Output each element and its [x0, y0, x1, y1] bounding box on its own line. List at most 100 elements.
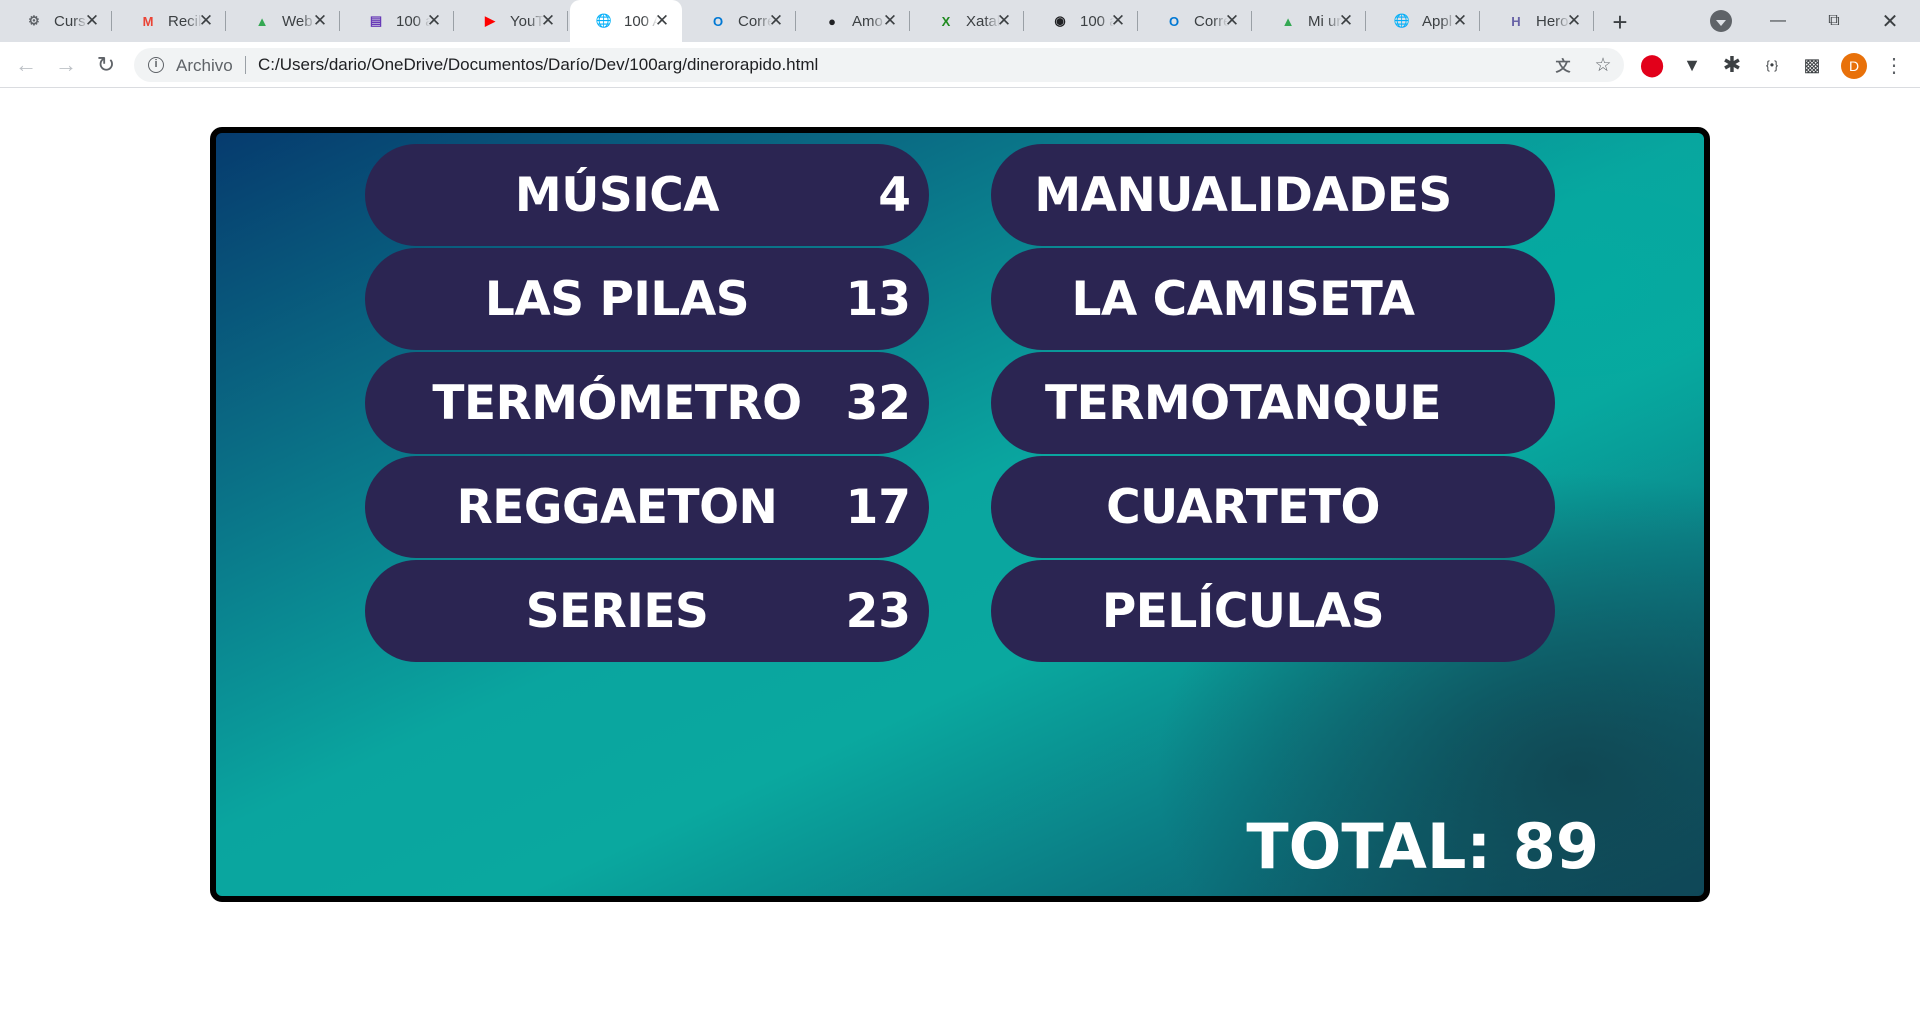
tab-search-button[interactable]	[1710, 10, 1732, 32]
close-tab-icon[interactable]: ✕	[82, 11, 102, 31]
info-icon[interactable]: i	[148, 57, 164, 73]
translate-icon[interactable]: 文	[1552, 54, 1574, 76]
forward-button[interactable]: →	[50, 49, 82, 81]
browser-tab[interactable]: O Corre ✕	[1140, 0, 1252, 42]
tab-separator	[1479, 11, 1480, 31]
tab-separator	[567, 11, 568, 31]
close-tab-icon[interactable]: ✕	[310, 11, 330, 31]
tab-strip: ⚙Curs✕MRecib✕▲Web✕▤100 a✕▶YouT✕🌐100 A✕OC…	[0, 0, 1920, 42]
globe-icon: 🌐	[595, 13, 613, 28]
right-answer-row: CUARTETO	[991, 456, 1555, 558]
tab-separator	[453, 11, 454, 31]
github-icon: ◉	[1054, 13, 1066, 28]
answer-text: PELÍCULAS	[1101, 583, 1385, 639]
browser-tab[interactable]: ▤ 100 a ✕	[342, 0, 454, 42]
answer-text: TERMÓMETRO	[432, 375, 802, 431]
profile-avatar[interactable]: D	[1841, 53, 1867, 79]
right-answer-row: TERMOTANQUE	[991, 352, 1555, 454]
gmail-icon: M	[142, 13, 154, 29]
pocket-extension-icon[interactable]: ▼	[1680, 53, 1704, 77]
browser-tab[interactable]: ▶ YouT ✕	[456, 0, 568, 42]
asterisk-extension-icon[interactable]: ✱	[1720, 52, 1744, 77]
outlook-icon: O	[1168, 13, 1180, 29]
reload-button[interactable]: ↻	[90, 49, 122, 81]
answer-text: TERMOTANQUE	[1045, 375, 1441, 431]
extensions-puzzle-icon[interactable]: ▩	[1800, 53, 1824, 77]
tab-separator	[225, 11, 226, 31]
answer-points: 13	[845, 271, 911, 327]
opera-extension-icon[interactable]: ⬤	[1640, 52, 1665, 77]
tab-separator	[1365, 11, 1366, 31]
browser-tab[interactable]: ▲ Mi ur ✕	[1254, 0, 1366, 42]
answer-points: 23	[845, 583, 911, 639]
close-tab-icon[interactable]: ✕	[880, 11, 900, 31]
left-answer-row: SERIES 23	[365, 560, 929, 662]
close-tab-icon[interactable]: ✕	[1336, 11, 1356, 31]
close-tab-icon[interactable]: ✕	[1564, 11, 1584, 31]
game-board: MÚSICA 4 LAS PILAS 13 TERMÓMETRO 32 REGGAETON 1…	[210, 127, 1710, 902]
tab-separator	[1251, 11, 1252, 31]
answer-text: REGGAETON	[456, 479, 778, 535]
address-bar[interactable]: i Archivo C:/Users/dario/OneDrive/Docume…	[134, 48, 1624, 82]
answer-points: 17	[845, 479, 911, 535]
answer-points: 4	[878, 167, 911, 223]
left-answer-row: REGGAETON 17	[365, 456, 929, 558]
left-answer-row: LAS PILAS 13	[365, 248, 929, 350]
close-tab-icon[interactable]: ✕	[994, 11, 1014, 31]
answer-text: CUARTETO	[1106, 479, 1380, 535]
forms-icon: ▤	[369, 13, 383, 28]
right-answer-row: MANUALIDADES	[991, 144, 1555, 246]
browser-tab[interactable]: 🌐 100 A ✕	[570, 0, 682, 42]
answer-points: 32	[845, 375, 911, 431]
url-text[interactable]: C:/Users/dario/OneDrive/Documentos/Darío…	[258, 55, 818, 75]
tab-separator	[1137, 11, 1138, 31]
close-tab-icon[interactable]: ✕	[196, 11, 216, 31]
tab-separator	[111, 11, 112, 31]
tab-separator	[339, 11, 340, 31]
browser-tab[interactable]: ▲ Web ✕	[228, 0, 340, 42]
browser-tab[interactable]: 🌐 Appl ✕	[1368, 0, 1480, 42]
tab-separator	[1593, 11, 1594, 31]
origin-chip[interactable]: Archivo	[176, 56, 233, 76]
close-tab-icon[interactable]: ✕	[766, 11, 786, 31]
answer-text: LAS PILAS	[484, 271, 750, 327]
close-window-button[interactable]: ✕	[1862, 0, 1918, 42]
browser-tab[interactable]: ◉ 100 a ✕	[1026, 0, 1138, 42]
browser-tab[interactable]: O Corre ✕	[684, 0, 796, 42]
globe-icon: 🌐	[1393, 13, 1411, 28]
close-tab-icon[interactable]: ✕	[538, 11, 558, 31]
chip-divider	[245, 56, 246, 74]
answer-text: SERIES	[525, 583, 709, 639]
answer-text: MÚSICA	[514, 167, 720, 223]
xataka-icon: X	[941, 13, 951, 29]
browser-tab[interactable]: ● Amo ✕	[798, 0, 910, 42]
total-score: TOTAL: 89	[1246, 810, 1599, 883]
kebab-menu-icon[interactable]: ⋮	[1884, 53, 1904, 77]
restore-button[interactable]: ⧉	[1806, 0, 1862, 42]
back-button[interactable]: ←	[10, 49, 42, 81]
close-tab-icon[interactable]: ✕	[652, 11, 672, 31]
tab-separator	[1023, 11, 1024, 31]
drive-icon: ▲	[255, 13, 269, 29]
heroku-icon: H	[1511, 13, 1521, 29]
drop-icon: ●	[828, 13, 836, 29]
close-tab-icon[interactable]: ✕	[1450, 11, 1470, 31]
tab-separator	[909, 11, 910, 31]
right-answer-row: PELÍCULAS	[991, 560, 1555, 662]
youtube-icon: ▶	[485, 13, 495, 28]
browser-tab[interactable]: MRecib✕	[114, 0, 226, 42]
browser-tab[interactable]: H Hero ✕	[1482, 0, 1594, 42]
left-answer-row: MÚSICA 4	[365, 144, 929, 246]
browser-tab[interactable]: X Xatal ✕	[912, 0, 1024, 42]
tab-separator	[795, 11, 796, 31]
close-tab-icon[interactable]: ✕	[424, 11, 444, 31]
close-tab-icon[interactable]: ✕	[1222, 11, 1242, 31]
bookmark-star-icon[interactable]: ☆	[1592, 54, 1614, 76]
json-extension-icon[interactable]: {•}	[1760, 53, 1784, 77]
answer-text: MANUALIDADES	[1034, 167, 1452, 223]
left-answer-row: TERMÓMETRO 32	[365, 352, 929, 454]
browser-tab[interactable]: ⚙ Curs ✕	[0, 0, 112, 42]
minimize-button[interactable]: —	[1750, 0, 1806, 42]
close-tab-icon[interactable]: ✕	[1108, 11, 1128, 31]
new-tab-button[interactable]: +	[1606, 7, 1634, 37]
